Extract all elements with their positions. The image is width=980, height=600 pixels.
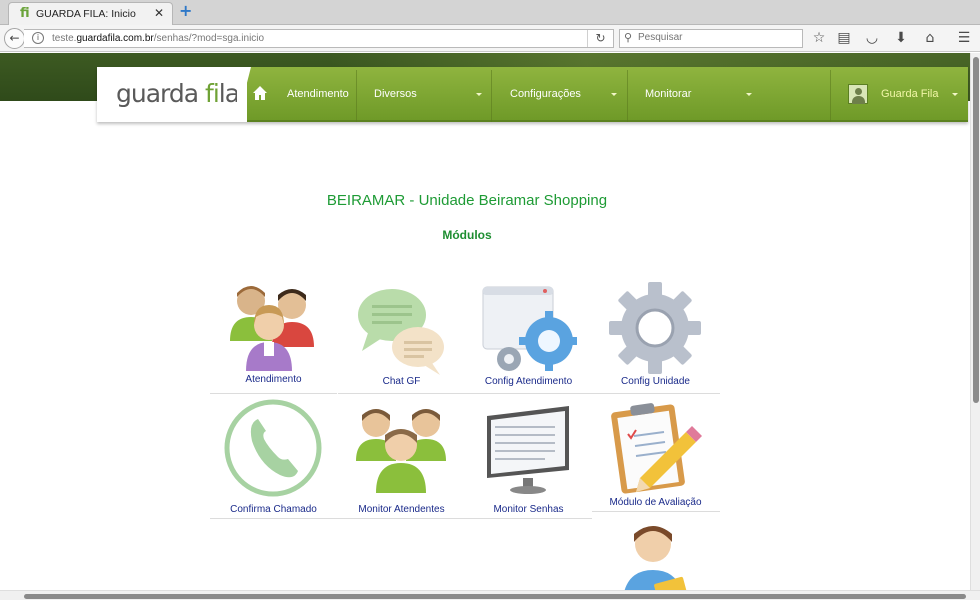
module-label: Monitor Senhas bbox=[493, 504, 564, 515]
module-extra[interactable] bbox=[592, 516, 719, 590]
chevron-down-icon bbox=[476, 93, 482, 96]
module-config-atendimento[interactable]: Config Atendimento bbox=[465, 277, 592, 395]
attendants-group-icon bbox=[356, 409, 446, 493]
main-menu-bar: guarda fila Atendimento Diversos Configu… bbox=[97, 67, 968, 122]
menu-diversos[interactable]: Diversos bbox=[374, 67, 492, 122]
module-atendimento[interactable]: Atendimento bbox=[210, 277, 337, 395]
browser-tab[interactable]: fi GUARDA FILA: Inicio ✕ bbox=[8, 2, 173, 25]
download-icon[interactable]: ⬇ bbox=[892, 29, 910, 47]
modules-title: Módulos bbox=[442, 228, 492, 242]
clipboard-pencil-icon bbox=[611, 403, 702, 494]
address-bar[interactable]: i teste.guardafila.com.br/senhas/?mod=sg… bbox=[24, 29, 614, 48]
tab-title: GUARDA FILA: Inicio bbox=[36, 8, 136, 20]
module-label: Confirma Chamado bbox=[230, 504, 317, 515]
site-info-icon[interactable]: i bbox=[32, 32, 44, 44]
menu-atendimento[interactable]: Atendimento bbox=[287, 67, 357, 122]
menu-monitorar[interactable]: Monitorar bbox=[645, 67, 757, 122]
close-tab-icon[interactable]: ✕ bbox=[154, 6, 164, 20]
module-monitor-senhas[interactable]: Monitor Senhas bbox=[465, 398, 592, 516]
module-label: Módulo de Avaliação bbox=[609, 497, 702, 508]
module-avaliacao[interactable]: Módulo de Avaliação bbox=[592, 398, 719, 516]
users-group-icon bbox=[230, 286, 314, 371]
browser-tab-bar: fi GUARDA FILA: Inicio ✕ + bbox=[0, 0, 980, 25]
page-content: guarda fila Atendimento Diversos Configu… bbox=[0, 53, 970, 590]
monitor-screen-icon bbox=[487, 406, 569, 494]
module-label: Config Atendimento bbox=[484, 376, 573, 387]
favicon-icon: fi bbox=[20, 6, 30, 21]
chat-bubbles-icon bbox=[358, 289, 444, 375]
reload-icon[interactable]: ↻ bbox=[587, 30, 613, 47]
home-nav-icon[interactable] bbox=[252, 85, 268, 101]
unit-title: BEIRAMAR - Unidade Beiramar Shopping bbox=[326, 192, 608, 209]
module-label: Atendimento bbox=[245, 374, 302, 385]
menu-configuracoes[interactable]: Configurações bbox=[510, 67, 628, 122]
new-tab-icon[interactable]: + bbox=[179, 3, 195, 19]
browser-nav-bar: ← i teste.guardafila.com.br/senhas/?mod=… bbox=[0, 25, 980, 52]
search-input[interactable] bbox=[638, 32, 798, 43]
user-menu[interactable]: Guarda Fila bbox=[881, 67, 961, 122]
url-text[interactable]: teste.guardafila.com.br/senhas/?mod=sga.… bbox=[52, 33, 264, 44]
vertical-scrollbar[interactable] bbox=[970, 53, 980, 590]
chevron-down-icon bbox=[952, 93, 958, 96]
search-bar[interactable]: ⚲ bbox=[619, 29, 803, 48]
logo[interactable]: guarda fila bbox=[97, 67, 247, 122]
bookmark-star-icon[interactable]: ☆ bbox=[810, 29, 828, 47]
module-label: Monitor Atendentes bbox=[358, 504, 445, 515]
chevron-down-icon bbox=[611, 93, 617, 96]
module-chat-gf[interactable]: Chat GF bbox=[338, 277, 465, 395]
chevron-down-icon bbox=[746, 93, 752, 96]
window-gear-icon bbox=[482, 286, 577, 371]
user-avatar[interactable] bbox=[848, 84, 868, 104]
phone-circle-icon bbox=[224, 399, 322, 497]
menu-icon[interactable]: ☰ bbox=[955, 29, 973, 47]
back-button[interactable]: ← bbox=[4, 28, 25, 49]
module-monitor-atendentes[interactable]: Monitor Atendentes bbox=[338, 398, 465, 516]
module-confirma-chamado[interactable]: Confirma Chamado bbox=[210, 398, 337, 516]
pocket-icon[interactable]: ◡ bbox=[863, 29, 881, 47]
horizontal-scrollbar[interactable] bbox=[0, 590, 980, 600]
module-label: Config Unidade bbox=[621, 376, 690, 387]
module-config-unidade[interactable]: Config Unidade bbox=[592, 277, 719, 395]
gear-icon bbox=[609, 282, 701, 374]
home-icon[interactable]: ⌂ bbox=[921, 29, 939, 47]
user-ticket-icon bbox=[624, 526, 688, 590]
reading-list-icon[interactable]: ▤ bbox=[835, 29, 853, 47]
module-label: Chat GF bbox=[382, 376, 421, 387]
search-icon: ⚲ bbox=[624, 31, 633, 44]
